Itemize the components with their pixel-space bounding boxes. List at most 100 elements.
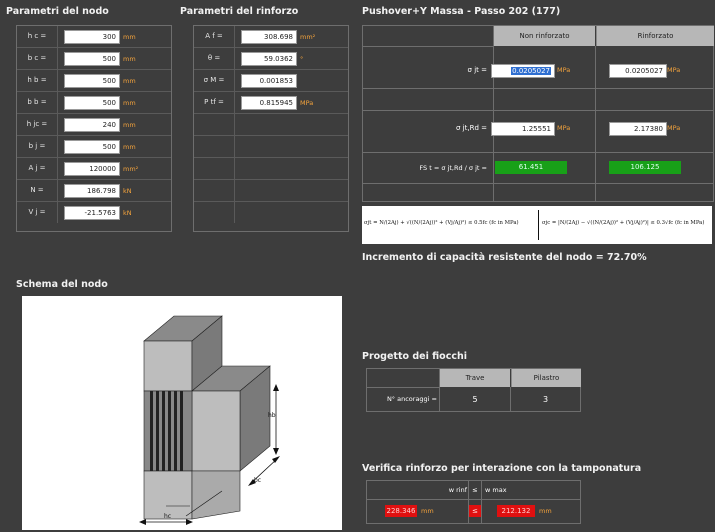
dim-hb: hb [268,412,276,419]
nodo-param-label: h c = [17,26,58,47]
nodo-param-value-input[interactable]: 500 [64,95,120,110]
nodo-param-value-input[interactable]: 300 [64,29,120,44]
nodo-param-label: N = [17,180,58,201]
nodo-param-label: b c = [17,48,58,69]
nodo-param-row: V j = -21.5763 kN [17,202,171,223]
dim-bc: bc [254,477,261,484]
fiocchi-pilastro-value: 3 [542,395,549,404]
schema-title: Schema del nodo [16,279,108,290]
pushover-table: Non rinforzato Rinforzato σ jt = 0.02050… [362,25,714,202]
nodo-param-value-input[interactable]: 120000 [64,161,120,176]
rinforzo-param-value-input[interactable]: 0.815945 [241,95,297,110]
sigma-jt-rinf[interactable]: 0.0205027 [609,64,667,78]
nodo-param-value-group: 500 mm [58,73,136,88]
sigma-jt-rd-rinf[interactable]: 2.17380 [609,122,667,136]
rinforzo-param-row [194,114,348,136]
nodo-param-value-input[interactable]: -21.5763 [64,205,120,220]
nodo-param-value-group: 186.798 kN [58,183,132,198]
col-header-rinforzato: Rinforzato [596,26,714,46]
nodo-param-unit: mm² [123,164,139,173]
fiocchi-header-trave: Trave [440,369,510,387]
rinforzo-param-value-input[interactable]: 308.698 [241,29,297,44]
rinforzo-param-label [194,114,235,135]
nodo-params-table: h c = 300 mm b c = 500 mm h b = 500 mm b b = 500 mm… [16,25,172,232]
rinforzo-param-unit: mm² [300,32,316,41]
dim-hc: hc [164,513,171,520]
nodo-param-value-input[interactable]: 186.798 [64,183,120,198]
rinforzo-param-row: P tf = 0.815945 MPa [194,92,348,114]
sigma-jt-rd-non-rinf[interactable]: 1.25551 [491,122,555,136]
nodo-param-label: b b = [17,92,58,113]
nodo-param-value-input[interactable]: 500 [64,51,120,66]
verifica-header-wmax: w max [485,486,507,494]
nodo-param-unit: kN [123,186,132,195]
w-max-value: 212.132 [497,505,535,517]
nodo-param-unit: mm [123,76,136,85]
rinforzo-param-label [194,202,235,223]
nodo-param-label: b j = [17,136,58,157]
w-rinf-unit: mm [421,507,434,515]
nodo-param-value-group: 500 mm [58,95,136,110]
nodo-param-label: V j = [17,202,58,223]
fiocchi-trave-value: 5 [472,395,478,404]
verifica-header-leq: ≤ [472,486,478,494]
rinforzo-param-row [194,180,348,202]
rinforzo-param-value-group: 308.698 mm² [235,29,316,44]
sigma-jt-rd-rinf-unit: MPa [667,124,681,132]
w-rinf-value: 228.346 [385,505,417,517]
nodo-param-value-group: -21.5763 kN [58,205,132,220]
rinforzo-param-value-input[interactable]: 59.0362 [241,51,297,66]
nodo-param-unit: mm [123,32,136,41]
nodo-param-unit: mm [123,54,136,63]
nodo-param-row: N = 186.798 kN [17,180,171,202]
rinforzo-params-title: Parametri del rinforzo [180,6,299,17]
rinforzo-param-value-group: 0.001853 [235,73,300,88]
nodo-param-value-input[interactable]: 500 [64,73,120,88]
nodo-param-unit: mm [123,120,136,129]
rinforzo-param-value-group: 59.0362 ° [235,51,304,66]
fiocchi-title: Progetto dei fiocchi [362,351,467,362]
rinforzo-param-label: A f = [194,26,235,47]
rinforzo-param-row [194,202,348,223]
increment-label: Incremento di capacità resistente del no… [362,252,647,263]
nodo-param-label: h b = [17,70,58,91]
sigma-jt-non-rinf[interactable]: 0.0205027 [491,64,555,78]
fs-rinf: 106.125 [609,161,681,174]
nodo-params-title: Parametri del nodo [6,6,109,17]
rinforzo-param-value-input[interactable]: 0.001853 [241,73,297,88]
nodo-param-row: h c = 300 mm [17,26,171,48]
rinforzo-param-row [194,136,348,158]
nodo-param-row: b b = 500 mm [17,92,171,114]
nodo-param-unit: mm [123,98,136,107]
rinforzo-param-row: σ M = 0.001853 [194,70,348,92]
nodo-param-unit: mm [123,142,136,151]
nodo-param-row: A j = 120000 mm² [17,158,171,180]
rinforzo-param-label: θ = [194,48,235,69]
w-max-unit: mm [539,507,552,515]
nodo-param-row: b c = 500 mm [17,48,171,70]
node-diagram: hb bc hc [139,315,280,525]
sigma-jt-non-rinf-unit: MPa [557,66,571,74]
verifica-header-wrinf: w rinf [448,486,467,494]
fiocchi-header-pilastro: Pilastro [511,369,581,387]
fs-label: FS t = σ jt,Rd / σ jt = [419,164,487,172]
rinforzo-param-label [194,180,235,201]
sigma-jt-label: σ jt = [467,66,487,74]
formula-sigma-t: σjt = N/(2Aj) + √((N/(2Aj))² + (Vj/Aj)²)… [364,220,519,226]
nodo-param-row: h b = 500 mm [17,70,171,92]
rinforzo-param-value-group: 0.815945 MPa [235,95,313,110]
nodo-param-value-group: 240 mm [58,117,136,132]
nodo-param-value-input[interactable]: 240 [64,117,120,132]
rinforzo-param-label: P tf = [194,92,235,113]
nodo-param-label: A j = [17,158,58,179]
nodo-param-unit: kN [123,208,132,217]
rinforzo-param-unit: ° [300,54,304,63]
pushover-title: Pushover+Y Massa - Passo 202 (177) [362,6,561,17]
sigma-jt-rinf-unit: MPa [667,66,681,74]
nodo-param-row: h jc = 240 mm [17,114,171,136]
rinforzo-param-row: A f = 308.698 mm² [194,26,348,48]
sigma-jt-rd-non-rinf-unit: MPa [557,124,571,132]
nodo-param-value-input[interactable]: 500 [64,139,120,154]
rinforzo-param-label: σ M = [194,70,235,91]
schema-panel: hb bc hc [22,296,342,530]
